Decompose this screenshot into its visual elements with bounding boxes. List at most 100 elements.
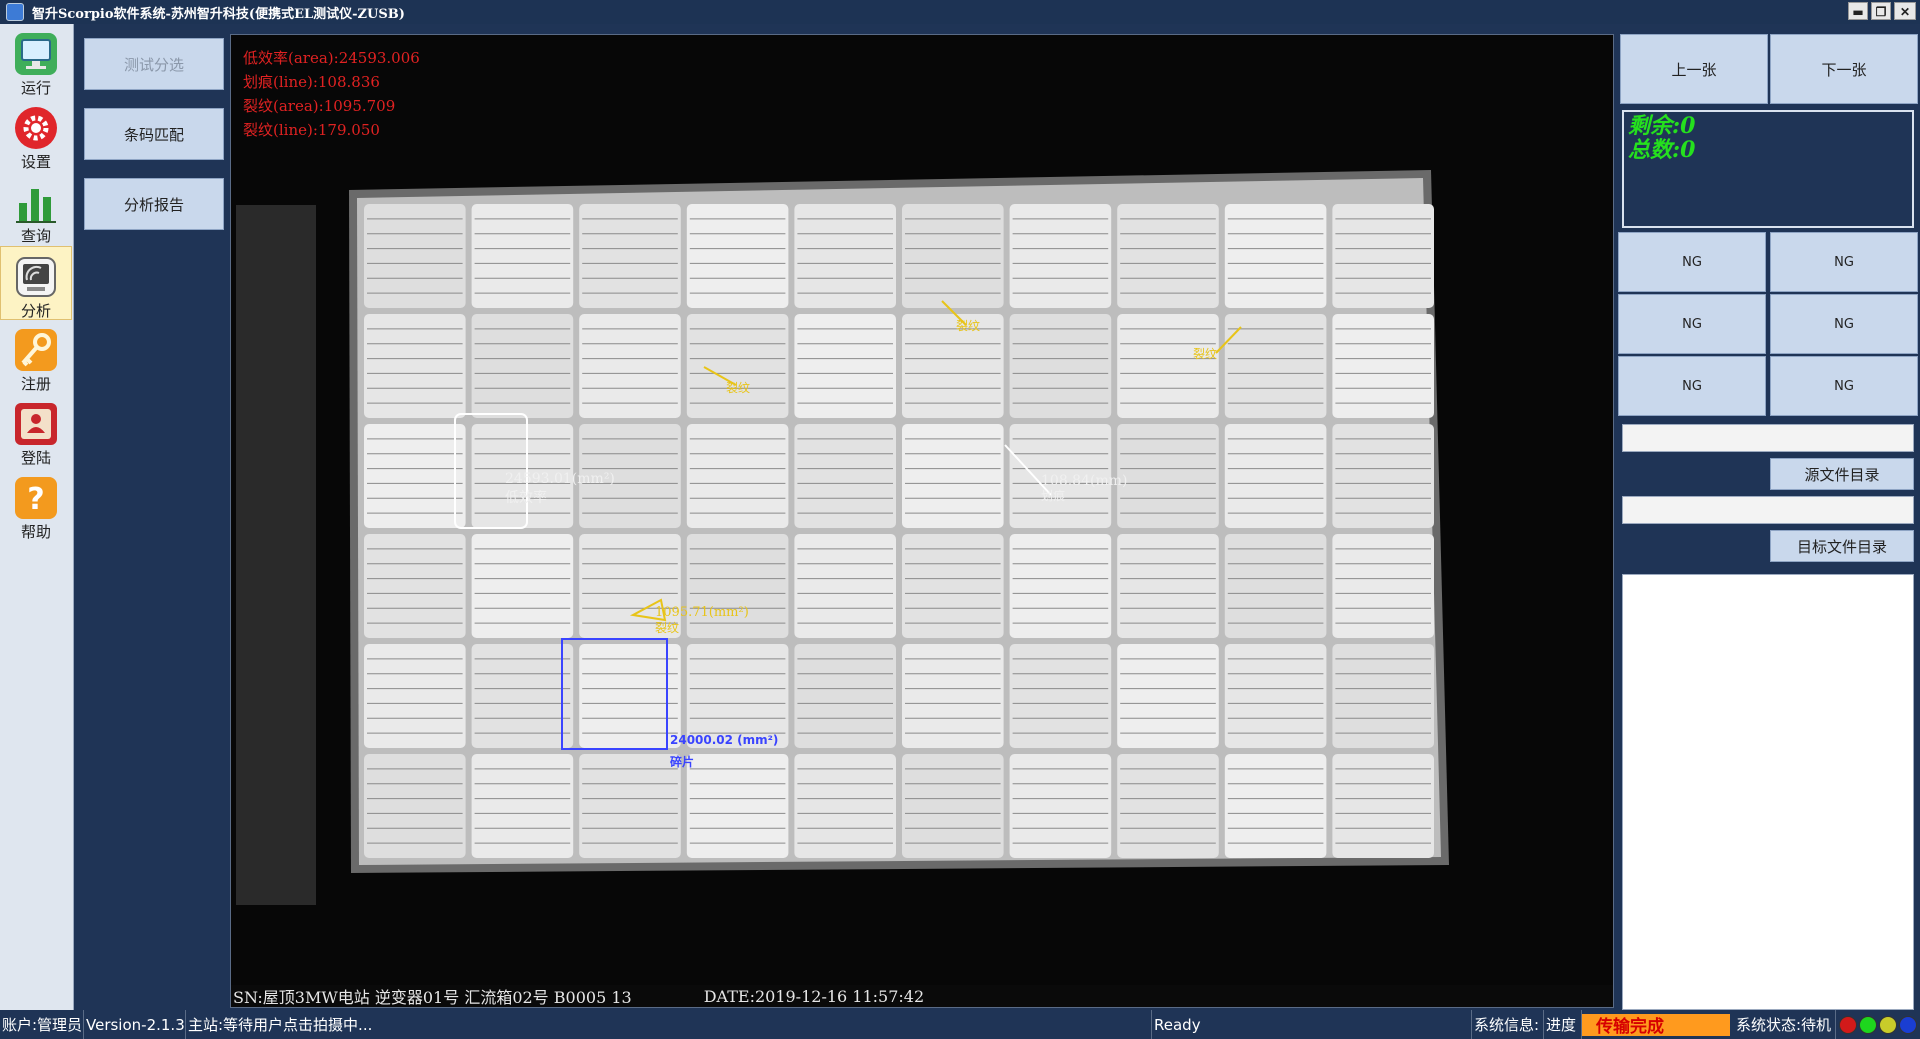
- ng-button-1[interactable]: NG: [1618, 232, 1766, 292]
- el-image-viewer[interactable]: 低效率(area):24593.006 划痕(line):108.836 裂纹(…: [230, 34, 1614, 1008]
- solar-cell: [794, 204, 896, 308]
- stat-crack-line: 裂纹(line):179.050: [243, 121, 380, 139]
- test-sort-button[interactable]: 测试分选: [84, 38, 224, 90]
- minimize-button[interactable]: ▬: [1848, 2, 1868, 20]
- status-bar: 账户:管理员 Version-2.1.3 主站:等待用户点击拍摄中... Rea…: [0, 1010, 1920, 1039]
- nav-item-analysis[interactable]: 分析: [0, 246, 72, 320]
- solar-cell: [1332, 314, 1434, 418]
- nav-item-register[interactable]: 注册: [0, 320, 72, 394]
- solar-cell: [1117, 754, 1219, 858]
- solar-cell: [1117, 314, 1219, 418]
- image-caption: SN:屋顶3MW电站 逆变器01号 汇流箱02号 B0005 13 DATE:2…: [231, 985, 1613, 1007]
- solar-cell: [686, 534, 789, 638]
- source-path-field[interactable]: [1622, 424, 1914, 452]
- counter-box: 剩余:0 总数:0: [1622, 110, 1914, 228]
- solar-cell: [902, 424, 1004, 528]
- solar-cell: [686, 754, 789, 858]
- nav-item-help[interactable]: ? 帮助: [0, 468, 72, 542]
- barcode-match-button[interactable]: 条码匹配: [84, 108, 224, 160]
- nav-label-login: 登陆: [20, 449, 51, 467]
- solar-cell: [1009, 204, 1112, 308]
- solar-cell: [686, 314, 789, 418]
- status-leds: [1838, 1015, 1918, 1034]
- solar-cell: [686, 204, 789, 308]
- analysis-icon: [12, 253, 60, 301]
- close-button[interactable]: ✕: [1894, 2, 1916, 20]
- solar-cell: [364, 314, 466, 418]
- el-panel-image: [236, 170, 1449, 905]
- scratch-label: 划痕: [1041, 489, 1066, 503]
- solar-cell: [471, 534, 574, 638]
- nav-item-settings[interactable]: 设置: [0, 98, 72, 172]
- solar-cell: [471, 314, 574, 418]
- solar-cell: [1117, 534, 1219, 638]
- solar-cell: [1117, 644, 1219, 748]
- title-bar: 智升Scorpio软件系统-苏州智升科技(便携式EL测试仪-ZUSB) ▬ ❐ …: [0, 0, 1920, 24]
- ng-button-4[interactable]: NG: [1770, 294, 1918, 354]
- log-area[interactable]: [1622, 574, 1914, 1010]
- capture-date: DATE:2019-12-16 11:57:42: [703, 986, 925, 1006]
- solar-cell: [1224, 314, 1327, 418]
- main-station-status: 主站:等待用户点击拍摄中...: [186, 1010, 1152, 1039]
- broken-value: 24000.02 (mm²): [670, 733, 779, 747]
- solar-cell: [1332, 204, 1434, 308]
- bar-chart-icon: [12, 178, 60, 226]
- target-dir-button[interactable]: 目标文件目录: [1770, 530, 1914, 562]
- login-icon: [12, 400, 60, 448]
- solar-cell: [364, 424, 466, 528]
- crack-area-value: 1095.71(mm²): [655, 605, 749, 620]
- solar-cell: [1117, 204, 1219, 308]
- version-status: Version-2.1.3: [84, 1010, 186, 1039]
- nav-item-query[interactable]: 查询: [0, 172, 72, 246]
- sysinfo-label: 系统信息:: [1472, 1010, 1544, 1039]
- nav-item-run[interactable]: 运行: [0, 24, 72, 98]
- solar-cell: [1224, 644, 1327, 748]
- solar-cell: [794, 644, 896, 748]
- ng-button-2[interactable]: NG: [1770, 232, 1918, 292]
- solar-cell: [1224, 424, 1327, 528]
- function-panel: 测试分选 条码匹配 分析报告: [76, 24, 230, 1009]
- ng-button-6[interactable]: NG: [1770, 356, 1918, 416]
- solar-cell: [902, 314, 1004, 418]
- crack-area-label: 裂纹: [655, 621, 680, 635]
- nav-label-help: 帮助: [20, 523, 51, 541]
- crack-line-label-3: 裂纹: [1193, 347, 1218, 361]
- solar-cell: [579, 314, 681, 418]
- prev-image-button[interactable]: 上一张: [1620, 34, 1768, 104]
- solar-cell: [579, 754, 681, 858]
- svg-text:?: ?: [27, 482, 44, 517]
- serial-number: SN:屋顶3MW电站 逆变器01号 汇流箱02号 B0005 13: [233, 988, 632, 1007]
- stat-crack-area: 裂纹(area):1095.709: [243, 97, 396, 115]
- solar-cell: [471, 644, 574, 748]
- ng-button-3[interactable]: NG: [1618, 294, 1766, 354]
- solar-cell: [1332, 644, 1434, 748]
- solar-cell: [1224, 754, 1327, 858]
- solar-cell: [902, 754, 1004, 858]
- window-title: 智升Scorpio软件系统-苏州智升科技(便携式EL测试仪-ZUSB): [32, 6, 405, 22]
- solar-cell: [1332, 534, 1434, 638]
- app-logo-icon: [6, 3, 24, 21]
- gear-icon: [12, 104, 60, 152]
- solar-cell: [579, 644, 681, 748]
- nav-item-login[interactable]: 登陆: [0, 394, 72, 468]
- analysis-report-button[interactable]: 分析报告: [84, 178, 224, 230]
- solar-cell: [364, 204, 466, 308]
- nav-label-register: 注册: [20, 375, 51, 393]
- account-status: 账户:管理员: [0, 1010, 84, 1039]
- solar-cell: [794, 314, 896, 418]
- source-dir-button[interactable]: 源文件目录: [1770, 458, 1914, 490]
- stat-low-efficiency: 低效率(area):24593.006: [243, 49, 420, 67]
- target-path-field[interactable]: [1622, 496, 1914, 524]
- broken-label: 碎片: [670, 755, 695, 769]
- ng-button-5[interactable]: NG: [1618, 356, 1766, 416]
- next-image-button[interactable]: 下一张: [1770, 34, 1918, 104]
- status-led-blue: [1899, 1015, 1917, 1034]
- stat-scratch: 划痕(line):108.836: [243, 73, 380, 91]
- nav-label-run: 运行: [20, 79, 51, 97]
- solar-cell: [686, 424, 789, 528]
- nav-label-settings: 设置: [20, 153, 51, 171]
- solar-cell: [1009, 754, 1112, 858]
- window-controls: ▬ ❐ ✕: [1848, 2, 1916, 20]
- maximize-button[interactable]: ❐: [1871, 2, 1891, 20]
- status-led-green: [1859, 1015, 1877, 1034]
